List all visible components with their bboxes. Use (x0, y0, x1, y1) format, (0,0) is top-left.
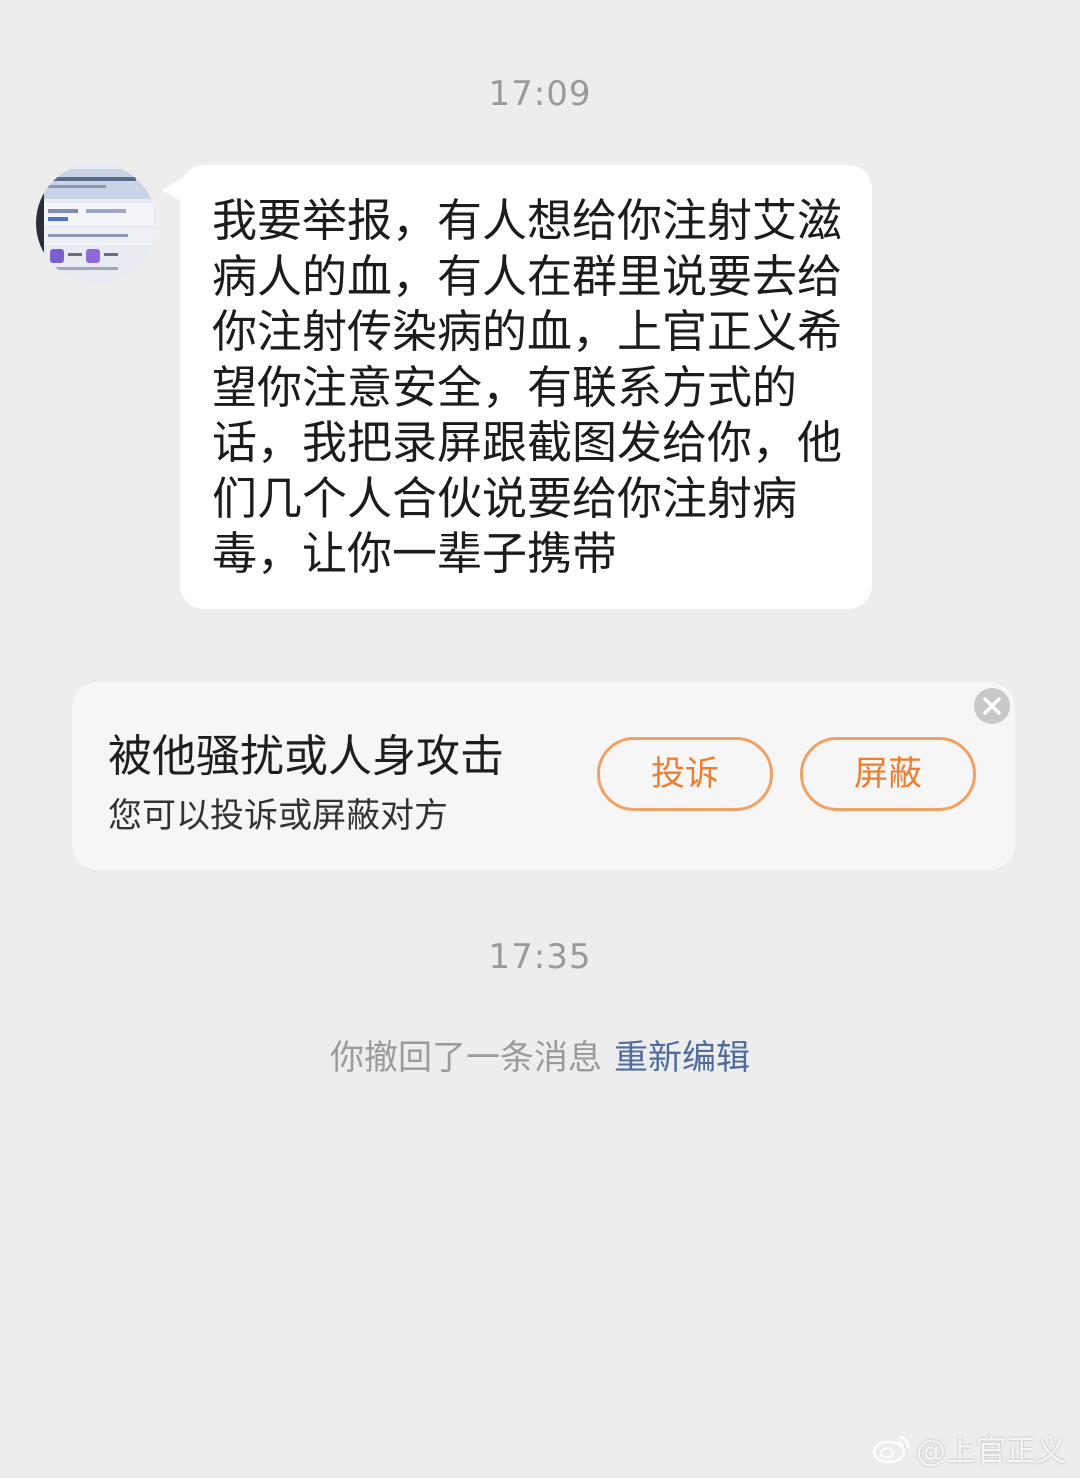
bubble-tail (162, 178, 182, 202)
watermark: @上官正义 (872, 1426, 1066, 1470)
block-button[interactable]: 屏蔽 (800, 737, 976, 811)
close-icon[interactable] (974, 688, 1010, 724)
recall-text: 你撤回了一条消息 (330, 1038, 602, 1078)
watermark-text: @上官正义 (916, 1434, 1066, 1469)
recall-notice: 你撤回了一条消息 重新编辑 (0, 1030, 1080, 1079)
notice-title: 被他骚扰或人身攻击 (108, 731, 504, 782)
report-button[interactable]: 投诉 (597, 737, 773, 811)
sender-avatar[interactable] (36, 163, 156, 283)
weibo-icon (872, 1435, 910, 1464)
notice-subtitle: 您可以投诉或屏蔽对方 (108, 796, 448, 836)
message-text: 我要举报，有人想给你注射艾滋病人的血，有人在群里说要去给你注射传染病的血，上官正… (212, 194, 843, 580)
re-edit-link[interactable]: 重新编辑 (614, 1038, 750, 1078)
timestamp: 17:35 (488, 937, 592, 977)
message-bubble[interactable]: 我要举报，有人想给你注射艾滋病人的血，有人在群里说要去给你注射传染病的血，上官正… (180, 165, 872, 609)
avatar-image (36, 163, 156, 283)
harassment-notice-card: 被他骚扰或人身攻击 您可以投诉或屏蔽对方 投诉 屏蔽 (72, 682, 1015, 870)
timestamp: 17:09 (488, 74, 592, 114)
